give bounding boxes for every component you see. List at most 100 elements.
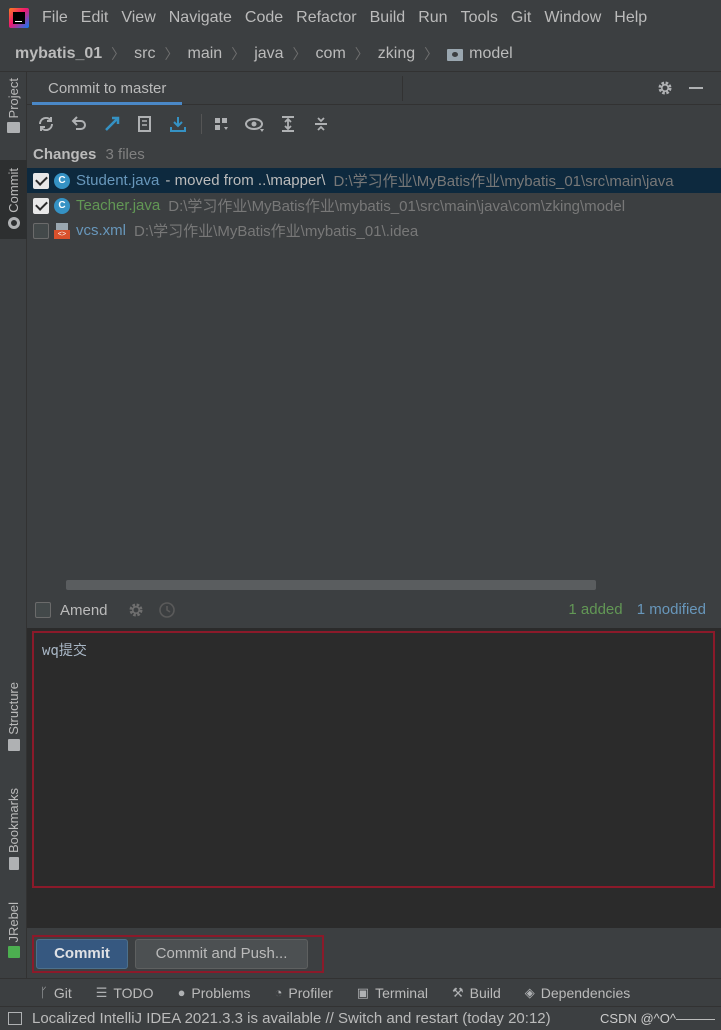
tool-todo-label: TODO — [113, 984, 154, 1001]
header-divider — [402, 76, 403, 101]
breadcrumb-separator-icon: 〉 — [231, 45, 246, 62]
problems-icon: ● — [177, 985, 186, 1000]
menu-git[interactable]: Git — [511, 9, 531, 27]
commit-actions: Commit Commit and Push... — [27, 928, 721, 978]
breadcrumb-project[interactable]: mybatis_01 — [15, 45, 102, 63]
breadcrumb-zking[interactable]: zking — [378, 45, 415, 63]
breadcrumb: mybatis_01 〉 src 〉 main 〉 java 〉 com 〉 z… — [0, 36, 721, 72]
menu-edit[interactable]: Edit — [81, 9, 109, 27]
minimize-icon[interactable] — [689, 87, 703, 89]
collapse-all-icon[interactable] — [311, 114, 331, 134]
xml-file-icon: <> — [54, 222, 70, 239]
gear-icon[interactable] — [657, 80, 673, 96]
commit-message-text: wq提交 — [42, 643, 87, 659]
menu-tools[interactable]: Tools — [461, 9, 498, 27]
tool-window-header: Commit to master — [27, 72, 721, 105]
tool-git-label: Git — [53, 984, 72, 1001]
menu-refactor[interactable]: Refactor — [296, 9, 356, 27]
modified-count: 1 modified — [636, 601, 706, 618]
change-stats: 1 added 1 modified — [568, 601, 706, 618]
breadcrumb-separator-icon: 〉 — [111, 45, 126, 62]
shelve-icon[interactable] — [168, 114, 188, 134]
menu-code[interactable]: Code — [245, 9, 283, 27]
tool-terminal-label: Terminal — [375, 984, 428, 1001]
tool-terminal[interactable]: ▣ Terminal — [357, 985, 428, 1001]
file-name: Student.java — [76, 172, 160, 189]
breadcrumb-model[interactable]: model — [469, 45, 513, 63]
tool-build-label: Build — [469, 984, 501, 1001]
tool-tab-structure[interactable]: Structure — [0, 682, 27, 751]
menu-view[interactable]: View — [121, 9, 155, 27]
terminal-icon: ▣ — [356, 984, 370, 1000]
menu-file[interactable]: File — [42, 9, 68, 27]
tool-build[interactable]: ⚒ Build — [452, 985, 501, 1001]
tool-tab-bookmarks-label: Bookmarks — [6, 788, 21, 854]
file-row-vcs-xml[interactable]: <> vcs.xml D:\学习作业\MyBatis作业\mybatis_01\… — [27, 218, 721, 243]
commit-button[interactable]: Commit — [36, 939, 128, 969]
breadcrumb-separator-icon: 〉 — [292, 45, 307, 62]
menu-build[interactable]: Build — [370, 9, 406, 27]
tool-todo[interactable]: ☰ TODO — [96, 985, 154, 1001]
commit-options-gear-icon[interactable] — [128, 602, 144, 618]
commit-and-push-button[interactable]: Commit and Push... — [135, 939, 308, 969]
tool-problems[interactable]: ● Problems — [178, 985, 251, 1001]
status-message[interactable]: Localized IntelliJ IDEA 2021.3.3 is avai… — [32, 1010, 551, 1027]
rollback-icon[interactable] — [69, 114, 89, 134]
horizontal-scrollbar[interactable] — [66, 580, 596, 590]
include-checkbox-student[interactable] — [33, 172, 49, 189]
tool-tab-jrebel[interactable]: JRebel — [0, 902, 27, 959]
java-class-icon: C — [54, 197, 70, 214]
view-options-eye-icon[interactable] — [245, 114, 265, 134]
changes-title: Changes — [33, 146, 97, 163]
menu-navigate[interactable]: Navigate — [169, 9, 232, 27]
file-path: D:\学习作业\MyBatis作业\mybatis_01\src\main\ja… — [168, 198, 626, 215]
menu-run[interactable]: Run — [418, 9, 447, 27]
commit-tool-window: Commit to master Changes 3 files C Stude… — [27, 72, 721, 978]
tool-tab-commit[interactable]: Commit — [0, 160, 27, 239]
bottom-tool-bar: ᚴ Git ☰ TODO ● Problems ◔ Profiler ▣ Terminal… — [0, 978, 721, 1006]
changed-files-list: C Student.java - moved from ..\mapper\ D… — [27, 168, 721, 243]
tool-dependencies[interactable]: ◈ Dependencies — [525, 985, 631, 1001]
group-by-icon[interactable] — [212, 114, 232, 134]
tool-tab-project[interactable]: Project — [0, 78, 27, 134]
commit-message-input[interactable]: wq提交 — [32, 631, 715, 888]
structure-icon — [7, 738, 20, 751]
file-row-student[interactable]: C Student.java - moved from ..\mapper\ D… — [27, 168, 721, 193]
amend-label[interactable]: Amend — [60, 602, 108, 619]
amend-checkbox[interactable] — [35, 602, 51, 618]
breadcrumb-separator-icon: 〉 — [354, 45, 369, 62]
watermark-text: CSDN @^O^——— — [598, 1011, 715, 1026]
changes-header[interactable]: Changes 3 files — [33, 146, 145, 163]
expand-all-icon[interactable] — [278, 114, 298, 134]
breadcrumb-separator-icon: 〉 — [164, 45, 179, 62]
include-checkbox-vcs-xml[interactable] — [33, 222, 49, 239]
intellij-logo-icon[interactable] — [9, 8, 29, 28]
status-bar: Localized IntelliJ IDEA 2021.3.3 is avai… — [0, 1006, 721, 1030]
breadcrumb-main[interactable]: main — [188, 45, 223, 63]
history-clock-icon[interactable] — [158, 601, 176, 619]
file-row-teacher[interactable]: C Teacher.java D:\学习作业\MyBatis作业\mybatis… — [27, 193, 721, 218]
tool-profiler-label: Profiler — [288, 984, 333, 1001]
tool-tab-jrebel-label: JRebel — [6, 902, 21, 943]
menu-help[interactable]: Help — [614, 9, 647, 27]
include-checkbox-teacher[interactable] — [33, 197, 49, 214]
breadcrumb-src[interactable]: src — [134, 45, 155, 63]
tool-tab-bookmarks[interactable]: Bookmarks — [0, 788, 27, 871]
changelist-icon[interactable] — [135, 114, 155, 134]
file-name: Teacher.java — [76, 197, 161, 214]
tool-git[interactable]: ᚴ Git — [40, 985, 72, 1001]
refresh-icon[interactable] — [36, 114, 56, 134]
menu-window[interactable]: Window — [544, 9, 601, 27]
breadcrumb-java[interactable]: java — [254, 45, 283, 63]
profiler-icon: ◔ — [274, 985, 283, 1000]
tool-profiler[interactable]: ◔ Profiler — [275, 985, 333, 1001]
tool-dependencies-label: Dependencies — [540, 984, 631, 1001]
breadcrumb-com[interactable]: com — [316, 45, 346, 63]
package-folder-icon — [447, 48, 464, 61]
tab-commit-to-master[interactable]: Commit to master — [32, 72, 183, 105]
git-branch-icon: ᚴ — [40, 985, 48, 1000]
show-diff-icon[interactable] — [102, 114, 122, 134]
folder-icon — [7, 122, 20, 134]
todo-list-icon: ☰ — [95, 984, 108, 1000]
tool-windows-icon[interactable] — [8, 1012, 22, 1025]
